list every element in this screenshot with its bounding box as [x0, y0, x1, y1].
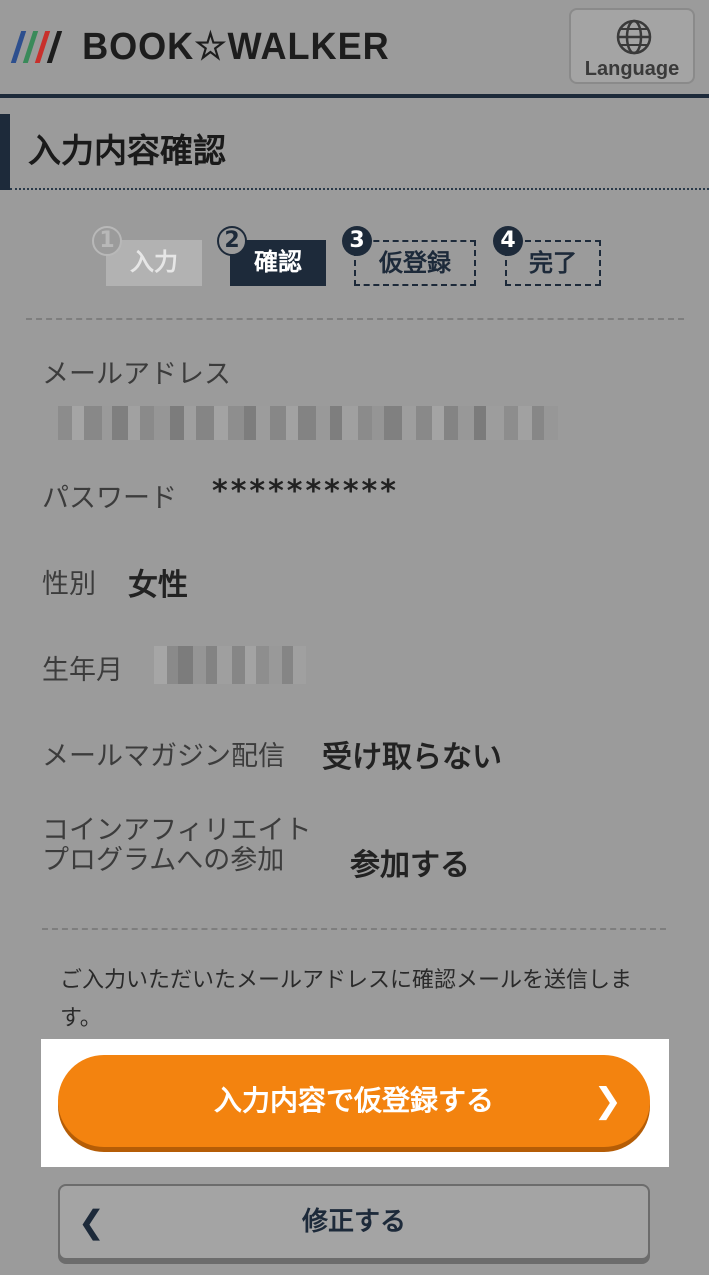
birth-value-redacted [154, 646, 306, 684]
language-label: Language [584, 58, 680, 80]
affiliate-label-line2: プログラムへの参加 [42, 845, 285, 876]
provisional-register-button[interactable]: 入力内容で仮登録する ❯ [58, 1055, 650, 1147]
site-header: BOOK☆WALKER Language [0, 0, 709, 94]
affiliate-label-line1: コインアフィリエイト [42, 815, 312, 846]
brand-name: BOOK☆WALKER [82, 26, 390, 68]
confirmation-note: ご入力いただいたメールアドレスに確認メールを送信します。 [60, 968, 633, 1031]
page-title: 入力内容確認 [28, 131, 226, 170]
birth-label: 生年月 [42, 655, 123, 686]
provisional-register-label: 入力内容で仮登録する [213, 1084, 494, 1117]
chevron-right-icon: ❯ [593, 1081, 623, 1121]
title-underline [10, 188, 709, 190]
brand-logo[interactable]: BOOK☆WALKER [10, 28, 398, 66]
header-divider [0, 94, 709, 98]
gender-label: 性別 [42, 569, 96, 600]
step-number-3: 3 [342, 226, 372, 256]
edit-button[interactable]: ❮ 修正する [58, 1184, 650, 1260]
email-label: メールアドレス [42, 359, 231, 390]
step-provisional: 仮登録 [354, 240, 476, 286]
edit-label: 修正する [301, 1207, 406, 1237]
email-value-redacted [58, 406, 588, 440]
affiliate-value: 参加する [350, 848, 470, 883]
globe-icon [616, 19, 652, 55]
step-number-1: 1 [92, 226, 122, 256]
newsletter-label: メールマガジン配信 [42, 741, 285, 772]
password-value: ********** [212, 474, 399, 509]
newsletter-value: 受け取らない [322, 740, 502, 775]
logo-stripes-icon [10, 29, 68, 65]
title-accent-bar [0, 114, 10, 190]
fields-divider [42, 928, 666, 930]
step-number-2: 2 [217, 226, 247, 256]
language-button[interactable]: Language [569, 8, 695, 84]
chevron-left-icon: ❮ [78, 1203, 105, 1241]
password-label: パスワード [42, 483, 177, 514]
step-number-4: 4 [493, 226, 523, 256]
steps-divider [26, 318, 684, 320]
gender-value: 女性 [128, 568, 188, 603]
